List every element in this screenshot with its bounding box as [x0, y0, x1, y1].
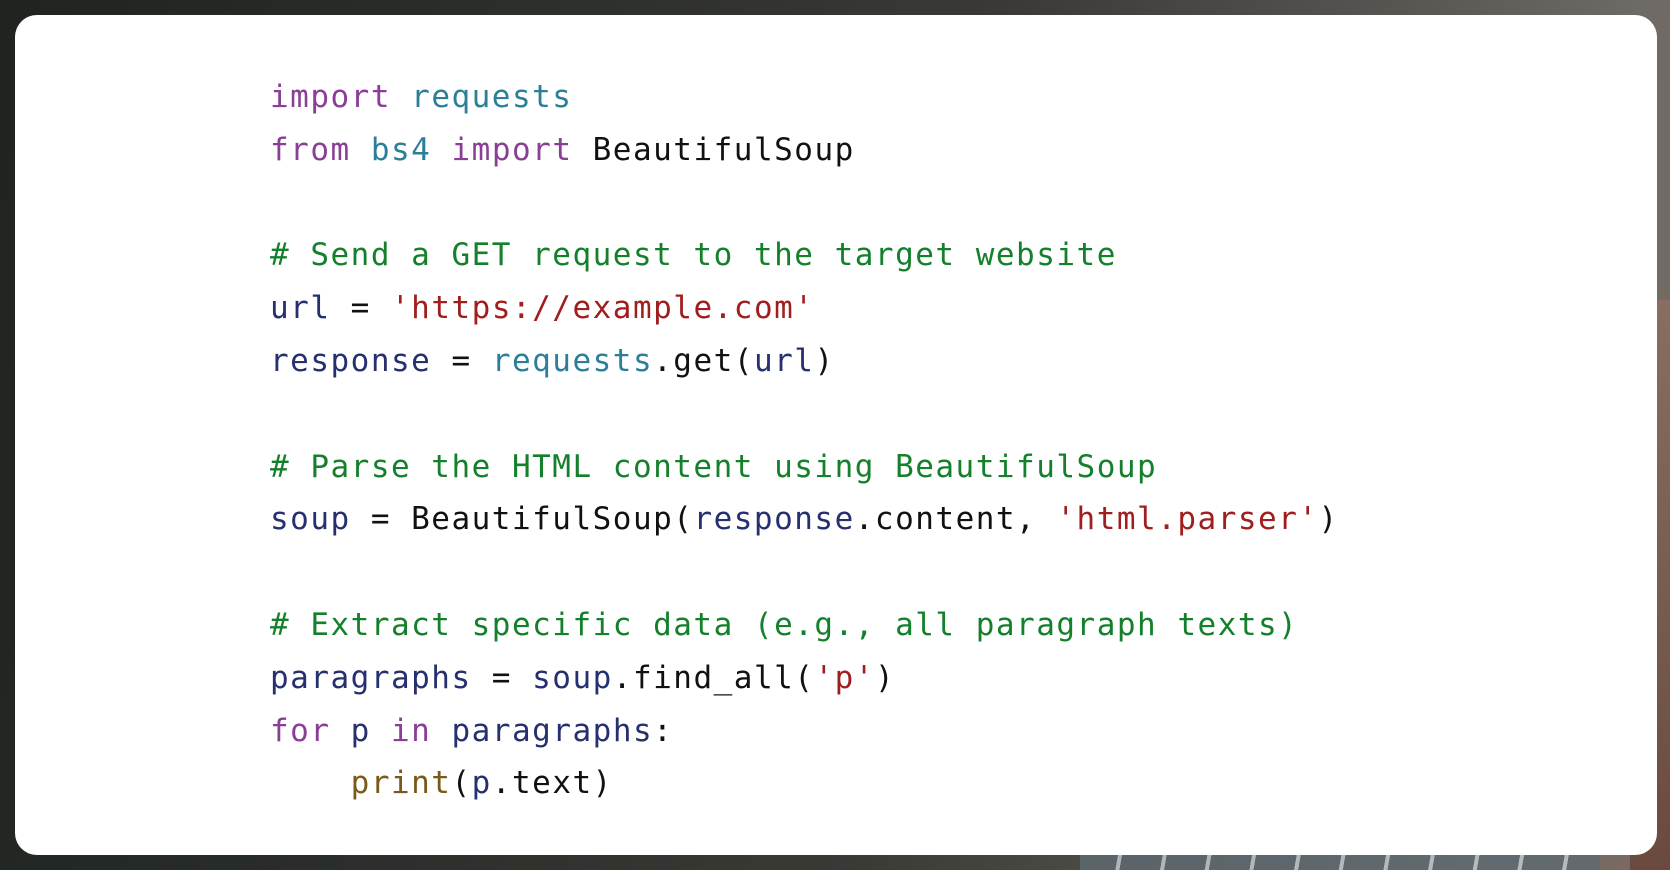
- code-line: # Parse the HTML content using Beautiful…: [270, 441, 1339, 494]
- code-block: import requests from bs4 import Beautiful…: [270, 71, 1339, 810]
- plain-token: =: [330, 290, 391, 327]
- plain-token: .find_all(: [612, 659, 815, 696]
- module-token: requests: [411, 79, 573, 115]
- code-line: response = requests.get(url): [270, 335, 1339, 388]
- code-line: # Extract specific data (e.g., all parag…: [270, 599, 1339, 652]
- string-token: 'p': [814, 659, 875, 696]
- comment-token: # Extract specific data (e.g., all parag…: [270, 606, 1299, 643]
- code-line: url = 'https://example.com': [270, 282, 1339, 335]
- plain-token: = BeautifulSoup(: [350, 501, 694, 538]
- identifier-token: url: [270, 290, 331, 327]
- identifier-token: paragraphs: [270, 659, 472, 696]
- module-token: bs4: [370, 131, 432, 168]
- code-line: soup = BeautifulSoup(response.content, '…: [270, 493, 1339, 546]
- plain-token: (: [451, 765, 472, 802]
- string-token: 'https://example.com': [391, 290, 815, 327]
- code-line: # Send a GET request to the target websi…: [270, 229, 1339, 282]
- identifier-token: response: [270, 342, 432, 379]
- identifier-token: p: [471, 765, 492, 802]
- identifier-token: soup: [270, 501, 351, 538]
- code-line: paragraphs = soup.find_all('p'): [270, 652, 1339, 705]
- keyword-token: in: [391, 712, 432, 749]
- module-token: requests: [491, 342, 654, 379]
- identifier-token: url: [753, 342, 815, 379]
- keyword-token: for: [270, 712, 331, 749]
- comment-token: # Send a GET request to the target websi…: [270, 237, 1117, 274]
- plain-token: ): [814, 342, 835, 379]
- keyword-token: import: [451, 131, 573, 168]
- keyword-token: from: [270, 131, 351, 168]
- code-line: from bs4 import BeautifulSoup: [270, 124, 1339, 177]
- plain-token: .get(: [653, 342, 754, 379]
- identifier-token: response: [693, 501, 855, 538]
- plain-token: :: [653, 712, 674, 749]
- code-line: import requests: [270, 71, 1339, 124]
- plain-token: ): [1318, 501, 1339, 538]
- keyword-token: import: [270, 79, 391, 115]
- builtin-token: print: [350, 765, 452, 802]
- plain-token: ): [874, 659, 896, 696]
- identifier-token: paragraphs: [451, 712, 654, 749]
- string-token: 'html.parser': [1056, 501, 1319, 538]
- plain-token: BeautifulSoup: [572, 131, 855, 168]
- plain-token: =: [471, 659, 533, 696]
- code-line: for p in paragraphs:: [270, 705, 1339, 758]
- code-card: import requests from bs4 import Beautiful…: [15, 15, 1657, 855]
- plain-token: .text): [491, 765, 613, 802]
- plain-token: =: [431, 342, 492, 379]
- code-line: print(p.text): [270, 757, 1339, 810]
- comment-token: # Parse the HTML content using Beautiful…: [270, 448, 1158, 485]
- plain-token: .content,: [854, 501, 1057, 538]
- identifier-token: soup: [532, 659, 613, 696]
- identifier-token: p: [350, 712, 371, 749]
